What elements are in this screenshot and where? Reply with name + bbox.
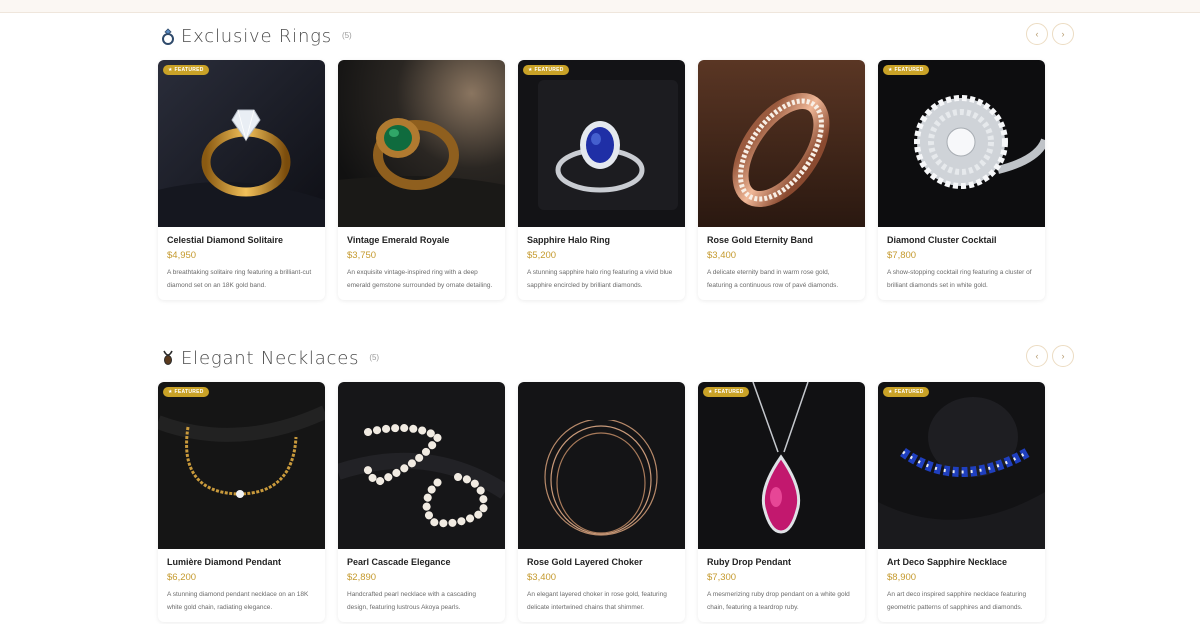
product-image[interactable]: ★ FEATURED: [698, 382, 865, 549]
product-price: $6,200: [167, 572, 197, 583]
section-count: (5): [341, 30, 352, 40]
product-name[interactable]: Pearl Cascade Elegance: [347, 557, 496, 569]
product-price: $7,300: [707, 572, 737, 583]
product-card[interactable]: ★ FEATURED Ruby Drop Pendant $7,300 A me…: [698, 382, 865, 622]
product-image[interactable]: [338, 382, 505, 549]
product-price: $3,400: [707, 250, 737, 261]
featured-badge: ★ FEATURED: [883, 387, 929, 397]
product-description: A delicate eternity band in warm rose go…: [707, 269, 839, 289]
product-description: A breathtaking solitaire ring featuring …: [167, 269, 312, 289]
product-name[interactable]: Lumière Diamond Pendant: [167, 557, 316, 569]
top-header-strip: [0, 0, 1200, 13]
product-card[interactable]: Rose Gold Layered Choker $3,400 An elega…: [518, 382, 685, 622]
featured-badge: ★ FEATURED: [163, 65, 209, 75]
product-price: $3,400: [527, 572, 557, 583]
product-card[interactable]: Vintage Emerald Royale $3,750 An exquisi…: [338, 60, 505, 300]
product-image[interactable]: ★ FEATURED: [878, 60, 1045, 227]
prev-button[interactable]: ‹: [1026, 345, 1048, 367]
product-description: An exquisite vintage-inspired ring with …: [347, 269, 493, 289]
product-description: A stunning diamond pendant necklace on a…: [167, 591, 309, 611]
product-card[interactable]: ★ FEATURED Sapphire Halo Ring $5,200 A s…: [518, 60, 685, 300]
section-header: Exclusive Rings (5): [160, 22, 352, 50]
product-image[interactable]: ★ FEATURED: [158, 60, 325, 227]
product-price: $4,950: [167, 250, 197, 261]
product-card[interactable]: ★ FEATURED Art Deco Sapphire Necklace $8…: [878, 382, 1045, 622]
product-image[interactable]: [518, 382, 685, 549]
product-image[interactable]: ★ FEATURED: [878, 382, 1045, 549]
product-name[interactable]: Art Deco Sapphire Necklace: [887, 557, 1036, 569]
carousel-nav: ‹ ›: [1026, 23, 1074, 45]
carousel-nav: ‹ ›: [1026, 345, 1074, 367]
product-name[interactable]: Ruby Drop Pendant: [707, 557, 856, 569]
product-card[interactable]: Pearl Cascade Elegance $2,890 Handcrafte…: [338, 382, 505, 622]
product-description: A stunning sapphire halo ring featuring …: [527, 269, 673, 289]
product-description: A mesmerizing ruby drop pendant on a whi…: [707, 591, 850, 611]
section-title: Elegant Necklaces: [181, 347, 360, 369]
featured-badge: ★ FEATURED: [883, 65, 929, 75]
next-button[interactable]: ›: [1052, 345, 1074, 367]
product-card[interactable]: ★ FEATURED Celestial Diamond Solitaire $…: [158, 60, 325, 300]
necklace-icon: [160, 348, 176, 368]
product-description: An elegant layered choker in rose gold, …: [527, 591, 667, 611]
product-image[interactable]: ★ FEATURED: [158, 382, 325, 549]
product-name[interactable]: Vintage Emerald Royale: [347, 235, 496, 247]
product-name[interactable]: Celestial Diamond Solitaire: [167, 235, 316, 247]
product-image[interactable]: ★ FEATURED: [518, 60, 685, 227]
product-description: Handcrafted pearl necklace with a cascad…: [347, 591, 476, 611]
section-title: Exclusive Rings: [181, 25, 332, 47]
product-price: $8,900: [887, 572, 917, 583]
product-name[interactable]: Diamond Cluster Cocktail: [887, 235, 1036, 247]
section-count: (5): [369, 352, 380, 362]
product-price: $2,890: [347, 572, 377, 583]
next-button[interactable]: ›: [1052, 23, 1074, 45]
product-description: A show-stopping cocktail ring featuring …: [887, 269, 1032, 289]
product-card[interactable]: Rose Gold Eternity Band $3,400 A delicat…: [698, 60, 865, 300]
product-price: $7,800: [887, 250, 917, 261]
prev-button[interactable]: ‹: [1026, 23, 1048, 45]
featured-badge: ★ FEATURED: [163, 387, 209, 397]
product-card[interactable]: ★ FEATURED Diamond Cluster Cocktail $7,8…: [878, 60, 1045, 300]
product-name[interactable]: Rose Gold Layered Choker: [527, 557, 676, 569]
featured-badge: ★ FEATURED: [703, 387, 749, 397]
product-price: $3,750: [347, 250, 377, 261]
section-header: Elegant Necklaces (5): [160, 344, 379, 372]
product-image[interactable]: [698, 60, 865, 227]
product-image[interactable]: [338, 60, 505, 227]
ring-icon: [160, 26, 176, 46]
product-price: $5,200: [527, 250, 557, 261]
product-name[interactable]: Rose Gold Eternity Band: [707, 235, 856, 247]
product-card[interactable]: ★ FEATURED Lumière Diamond Pendant $6,20…: [158, 382, 325, 622]
product-description: An art deco inspired sapphire necklace f…: [887, 591, 1027, 611]
product-name[interactable]: Sapphire Halo Ring: [527, 235, 676, 247]
featured-badge: ★ FEATURED: [523, 65, 569, 75]
product-carousel: ★ FEATURED Lumière Diamond Pendant $6,20…: [158, 382, 1045, 622]
product-carousel: ★ FEATURED Celestial Diamond Solitaire $…: [158, 60, 1045, 300]
